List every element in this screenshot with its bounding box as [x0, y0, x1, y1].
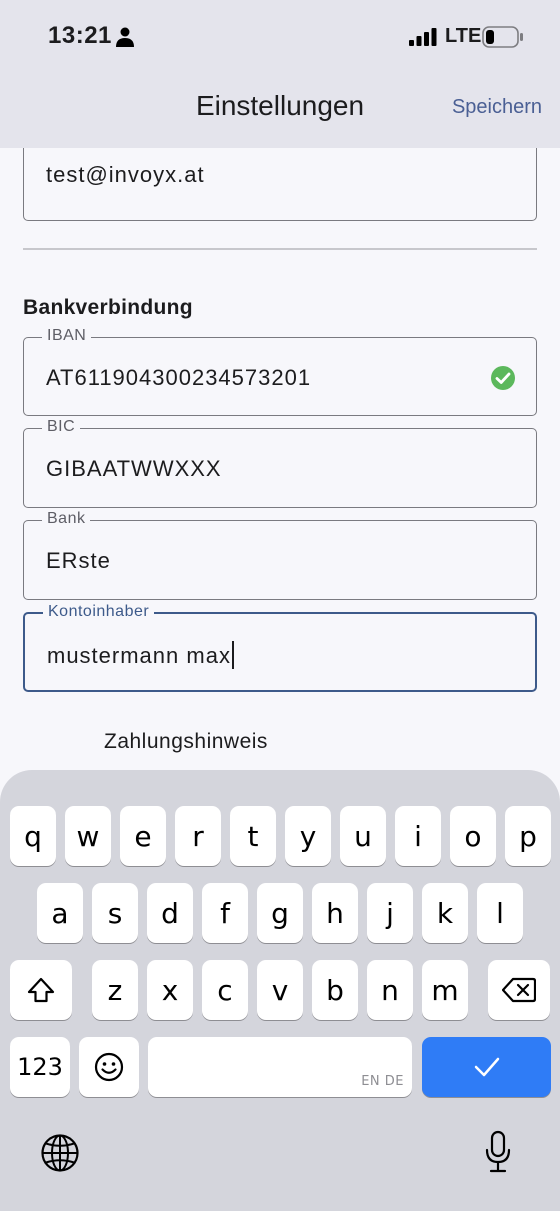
divider [23, 248, 537, 250]
emoji-key[interactable] [79, 1037, 139, 1097]
key-e[interactable]: e [120, 806, 166, 866]
person-icon [116, 27, 134, 47]
text-caret [231, 641, 234, 669]
account-holder-text: mustermann max [47, 643, 231, 668]
settings-form[interactable]: test@invoyx.at Bankverbindung IBAN AT611… [0, 148, 560, 788]
bic-value: GIBAATWWXXX [46, 456, 222, 481]
globe-icon[interactable] [40, 1133, 80, 1173]
key-b[interactable]: b [312, 960, 358, 1020]
key-w[interactable]: w [65, 806, 111, 866]
email-field-value: test@invoyx.at [46, 162, 205, 187]
space-language-label: EN DE [361, 1074, 404, 1089]
key-h[interactable]: h [312, 883, 358, 943]
key-z[interactable]: z [92, 960, 138, 1020]
key-s[interactable]: s [92, 883, 138, 943]
key-v[interactable]: v [257, 960, 303, 1020]
account-holder-label: Kontoinhaber [43, 603, 155, 621]
key-r[interactable]: r [175, 806, 221, 866]
bank-field[interactable]: Bank ERste [23, 510, 537, 600]
key-g[interactable]: g [257, 883, 303, 943]
key-c[interactable]: c [202, 960, 248, 1020]
account-holder-value: mustermann max [47, 641, 234, 669]
status-bar: 13:21 LTE [0, 0, 560, 72]
save-button[interactable]: Speichern [452, 96, 542, 119]
payment-hint-label: Zahlungshinweis [104, 730, 268, 753]
key-d[interactable]: d [147, 883, 193, 943]
signal-icon [409, 28, 437, 46]
iban-value: AT611904300234573201 [46, 365, 312, 390]
key-p[interactable]: p [505, 806, 551, 866]
key-j[interactable]: j [367, 883, 413, 943]
iban-label: IBAN [42, 327, 92, 345]
account-holder-field[interactable]: Kontoinhaber mustermann max [23, 603, 537, 692]
status-time: 13:21 [48, 22, 112, 49]
key-u[interactable]: u [340, 806, 386, 866]
shift-icon [27, 977, 55, 1003]
numbers-key[interactable]: 123 [10, 1037, 70, 1097]
check-circle-icon [491, 366, 515, 390]
key-l[interactable]: l [477, 883, 523, 943]
done-key[interactable] [422, 1037, 551, 1097]
space-key[interactable]: EN DE [148, 1037, 412, 1097]
key-q[interactable]: q [10, 806, 56, 866]
shift-key[interactable] [10, 960, 72, 1020]
section-title-bank: Bankverbindung [23, 296, 193, 319]
key-n[interactable]: n [367, 960, 413, 1020]
battery-icon [482, 26, 523, 48]
key-x[interactable]: x [147, 960, 193, 1020]
email-field[interactable]: test@invoyx.at [23, 148, 537, 221]
emoji-icon [94, 1052, 124, 1082]
key-m[interactable]: m [422, 960, 468, 1020]
microphone-icon[interactable] [484, 1130, 512, 1174]
backspace-icon [502, 977, 536, 1003]
iban-field[interactable]: IBAN AT611904300234573201 [23, 327, 537, 416]
key-t[interactable]: t [230, 806, 276, 866]
key-o[interactable]: o [450, 806, 496, 866]
nav-bar: Einstellungen Speichern [0, 72, 560, 148]
key-y[interactable]: y [285, 806, 331, 866]
network-label: LTE [445, 25, 482, 47]
key-k[interactable]: k [422, 883, 468, 943]
bic-label: BIC [42, 418, 81, 436]
key-f[interactable]: f [202, 883, 248, 943]
bic-field[interactable]: BIC GIBAATWWXXX [23, 418, 537, 508]
bank-label: Bank [42, 510, 91, 528]
backspace-key[interactable] [488, 960, 550, 1020]
key-i[interactable]: i [395, 806, 441, 866]
key-a[interactable]: a [37, 883, 83, 943]
checkmark-icon [474, 1057, 499, 1077]
bank-value: ERste [46, 548, 111, 573]
